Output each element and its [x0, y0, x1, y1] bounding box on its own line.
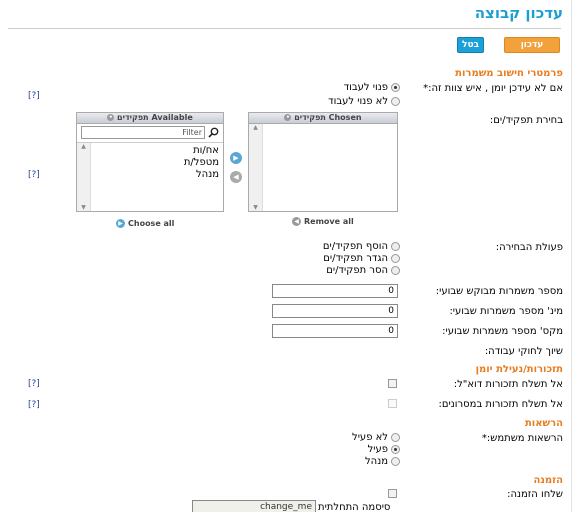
availability-option-unavailable[interactable]: לא פנוי לעבוד: [290, 96, 400, 107]
permission-option-active[interactable]: פעיל: [300, 444, 400, 455]
chosen-roles-header: • תפקידים Chosen: [249, 113, 397, 124]
available-items: אח/ות מטפל/ת מנהל: [184, 145, 219, 181]
chosen-header-icon: •: [284, 113, 292, 121]
role-item-nurse[interactable]: אח/ות: [184, 145, 219, 157]
role-item-caregiver[interactable]: מטפל/ת: [184, 157, 219, 169]
sms-reminder-label: אל תשלח תזכורות במסרונים:: [438, 399, 563, 410]
email-reminder-help[interactable]: [?]: [28, 379, 40, 389]
title-divider: [8, 28, 561, 29]
available-scrollbar[interactable]: ▲ ▼: [77, 143, 91, 211]
scroll-down-icon[interactable]: ▼: [77, 204, 90, 211]
permission-option-inactive[interactable]: לא פעיל: [300, 432, 400, 443]
roles-label: בחירת תפקיד/ים:: [489, 115, 563, 126]
section-reminders: תזכורות/נעילת יומן: [475, 364, 563, 375]
availability-label: אם לא עידכן יומן , איש צוות זה:*: [423, 83, 563, 94]
roles-help[interactable]: [?]: [28, 170, 40, 180]
available-header-icon: •: [107, 113, 115, 121]
scroll-up-icon[interactable]: ▲: [77, 143, 90, 150]
available-roles-header: • תפקידים Available: [77, 113, 223, 124]
requested-shifts-label: מספר משמרות מבוקש שבועי:: [435, 286, 563, 297]
chosen-scroll-up-icon[interactable]: ▲: [249, 124, 262, 131]
section-shifts: פרמטרי חישוב משמרות: [455, 68, 563, 79]
filter-row: Filter: [77, 124, 223, 139]
user-permissions-options: לא פעיל פעיל מנהל: [300, 432, 400, 467]
permission-radio-manager[interactable]: [391, 457, 400, 466]
role-item-manager[interactable]: מנהל: [184, 169, 219, 181]
section-permissions: הרשאות: [524, 418, 563, 429]
selection-radio-set[interactable]: [391, 254, 400, 263]
choose-all-icon: ▶: [116, 219, 125, 228]
selection-option-remove[interactable]: הסר תפקיד/ים: [290, 265, 400, 276]
availability-options: פנוי לעבוד לא פנוי לעבוד: [290, 82, 400, 107]
remove-all-icon: ◀: [292, 217, 301, 226]
selection-option-set[interactable]: הגדר תפקיד/ים: [290, 253, 400, 264]
sms-reminder-help[interactable]: [?]: [28, 400, 40, 410]
available-roles-list: ▲ ▼ אח/ות מטפל/ת מנהל: [77, 142, 223, 211]
selection-action-options: הוסף תפקיד/ים הגדר תפקיד/ים הסר תפקיד/ים: [290, 241, 400, 276]
chosen-roles-list: ▲ ▼: [249, 124, 397, 211]
selection-action-label: פעולת הבחירה:: [495, 242, 563, 253]
save-button[interactable]: עדכון קבוצה: [504, 37, 560, 64]
remove-role-arrow-icon[interactable]: ◀: [230, 171, 242, 183]
page-title: עדכון קבוצה: [474, 4, 563, 22]
remove-all-link[interactable]: ◀ Remove all: [292, 217, 354, 226]
chosen-roles-box: • תפקידים Chosen ▲ ▼: [248, 112, 398, 212]
chosen-scrollbar[interactable]: ▲ ▼: [249, 124, 263, 211]
add-role-arrow-icon[interactable]: ▶: [230, 152, 242, 164]
selection-radio-add[interactable]: [391, 242, 400, 251]
chosen-scroll-down-icon[interactable]: ▼: [249, 204, 262, 211]
available-roles-box: • תפקידים Available Filter ▲ ▼ אח/ות מטפ…: [76, 112, 224, 212]
user-permissions-label: הרשאות משתמש:*: [481, 433, 563, 444]
cancel-button[interactable]: בטל: [457, 37, 484, 53]
availability-help[interactable]: [?]: [28, 91, 40, 101]
max-shifts-label: מקס' מספר משמרות שבועי:: [442, 326, 563, 337]
min-shifts-input[interactable]: 0: [272, 304, 398, 318]
email-reminder-checkbox[interactable]: [388, 379, 397, 388]
page-border: [571, 0, 577, 512]
initial-password-label: סיסמה התחלתית: [318, 502, 391, 512]
work-law-label: שיוך לחוקי עבודה:: [484, 346, 563, 357]
send-invitation-checkbox[interactable]: [388, 489, 397, 498]
permission-radio-active[interactable]: [391, 445, 400, 454]
availability-radio-available[interactable]: [391, 83, 400, 92]
filter-input[interactable]: Filter: [81, 126, 205, 139]
permission-option-manager[interactable]: מנהל: [300, 456, 400, 467]
section-invitation: הזמנה: [533, 475, 563, 486]
availability-option-available[interactable]: פנוי לעבוד: [290, 82, 400, 93]
choose-all-link[interactable]: ▶ Choose all: [116, 219, 174, 228]
send-invitation-label: שלחו הזמנה:: [507, 489, 563, 500]
min-shifts-label: מינ' מספר משמרות שבועי:: [449, 306, 563, 317]
email-reminder-label: אל תשלח תזכורות דוא"ל:: [453, 379, 563, 390]
requested-shifts-input[interactable]: 0: [272, 284, 398, 298]
search-icon[interactable]: [208, 127, 219, 138]
sms-reminder-checkbox[interactable]: [388, 399, 397, 408]
selection-option-add[interactable]: הוסף תפקיד/ים: [290, 241, 400, 252]
initial-password-input[interactable]: change_me: [192, 500, 316, 512]
selection-radio-remove[interactable]: [391, 266, 400, 275]
availability-radio-unavailable[interactable]: [391, 97, 400, 106]
permission-radio-inactive[interactable]: [391, 433, 400, 442]
max-shifts-input[interactable]: 0: [272, 324, 398, 338]
